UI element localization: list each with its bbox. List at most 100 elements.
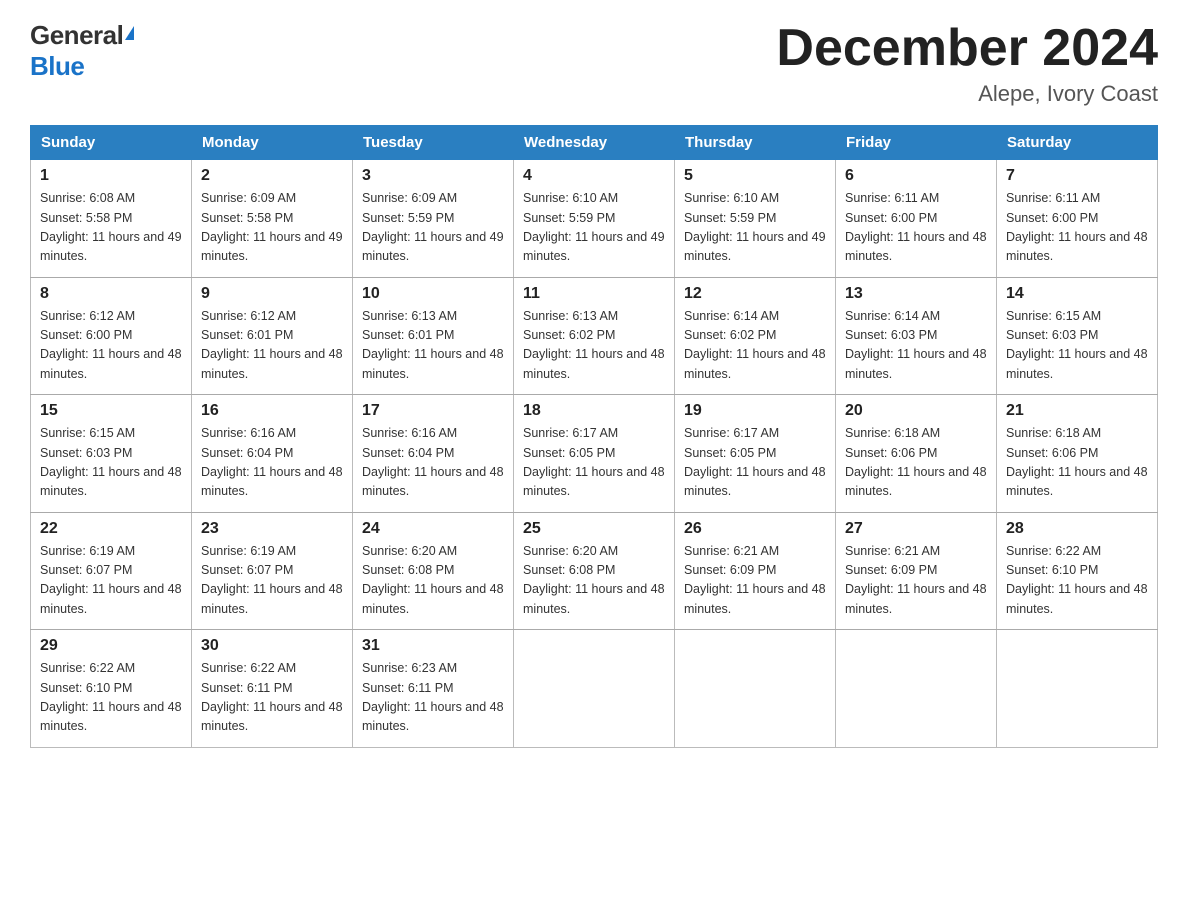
- calendar-cell: 1 Sunrise: 6:08 AMSunset: 5:58 PMDaylight…: [31, 160, 192, 278]
- day-number: 29: [40, 637, 182, 655]
- calendar-cell: 24 Sunrise: 6:20 AMSunset: 6:08 PMDayligh…: [353, 512, 514, 630]
- day-number: 3: [362, 167, 504, 185]
- day-number: 6: [845, 167, 987, 185]
- month-title: December 2024: [776, 20, 1158, 77]
- calendar-week-row-3: 15 Sunrise: 6:15 AMSunset: 6:03 PMDayligh…: [31, 395, 1158, 513]
- day-info: Sunrise: 6:17 AMSunset: 6:05 PMDaylight:…: [523, 424, 665, 502]
- day-number: 5: [684, 167, 826, 185]
- day-info: Sunrise: 6:16 AMSunset: 6:04 PMDaylight:…: [362, 424, 504, 502]
- calendar-week-row-4: 22 Sunrise: 6:19 AMSunset: 6:07 PMDayligh…: [31, 512, 1158, 630]
- day-number: 22: [40, 520, 182, 538]
- calendar-cell: 27 Sunrise: 6:21 AMSunset: 6:09 PMDayligh…: [836, 512, 997, 630]
- day-info: Sunrise: 6:12 AMSunset: 6:00 PMDaylight:…: [40, 307, 182, 385]
- calendar-cell: 8 Sunrise: 6:12 AMSunset: 6:00 PMDaylight…: [31, 277, 192, 395]
- day-info: Sunrise: 6:08 AMSunset: 5:58 PMDaylight:…: [40, 189, 182, 267]
- calendar-cell: 19 Sunrise: 6:17 AMSunset: 6:05 PMDayligh…: [675, 395, 836, 513]
- day-info: Sunrise: 6:22 AMSunset: 6:10 PMDaylight:…: [1006, 542, 1148, 620]
- calendar-cell: 22Sunrise: 6:19 AMSunset: 6:07 PMDayligh…: [31, 512, 192, 630]
- calendar-cell: 17 Sunrise: 6:16 AMSunset: 6:04 PMDayligh…: [353, 395, 514, 513]
- calendar-cell: 7 Sunrise: 6:11 AMSunset: 6:00 PMDaylight…: [997, 160, 1158, 278]
- day-info: Sunrise: 6:22 AMSunset: 6:11 PMDaylight:…: [201, 659, 343, 737]
- calendar-cell: 14Sunrise: 6:15 AMSunset: 6:03 PMDayligh…: [997, 277, 1158, 395]
- day-info: Sunrise: 6:19 AMSunset: 6:07 PMDaylight:…: [201, 542, 343, 620]
- calendar-header-tuesday: Tuesday: [353, 126, 514, 160]
- calendar-cell: 12 Sunrise: 6:14 AMSunset: 6:02 PMDayligh…: [675, 277, 836, 395]
- calendar-week-row-5: 29Sunrise: 6:22 AMSunset: 6:10 PMDayligh…: [31, 630, 1158, 748]
- logo-blue-text: Blue: [30, 51, 84, 82]
- day-info: Sunrise: 6:18 AMSunset: 6:06 PMDaylight:…: [1006, 424, 1148, 502]
- day-number: 28: [1006, 520, 1148, 538]
- day-info: Sunrise: 6:17 AMSunset: 6:05 PMDaylight:…: [684, 424, 826, 502]
- calendar-cell: 6 Sunrise: 6:11 AMSunset: 6:00 PMDaylight…: [836, 160, 997, 278]
- calendar-cell: 16Sunrise: 6:16 AMSunset: 6:04 PMDayligh…: [192, 395, 353, 513]
- calendar-cell: 29Sunrise: 6:22 AMSunset: 6:10 PMDayligh…: [31, 630, 192, 748]
- calendar-cell: 2 Sunrise: 6:09 AMSunset: 5:58 PMDaylight…: [192, 160, 353, 278]
- location: Alepe, Ivory Coast: [776, 81, 1158, 107]
- calendar-cell: 9 Sunrise: 6:12 AMSunset: 6:01 PMDaylight…: [192, 277, 353, 395]
- logo: General Blue: [30, 20, 134, 82]
- day-info: Sunrise: 6:09 AMSunset: 5:59 PMDaylight:…: [362, 189, 504, 267]
- calendar-cell: [514, 630, 675, 748]
- day-info: Sunrise: 6:13 AMSunset: 6:01 PMDaylight:…: [362, 307, 504, 385]
- calendar-cell: 20Sunrise: 6:18 AMSunset: 6:06 PMDayligh…: [836, 395, 997, 513]
- day-info: Sunrise: 6:09 AMSunset: 5:58 PMDaylight:…: [201, 189, 343, 267]
- calendar-header-saturday: Saturday: [997, 126, 1158, 160]
- calendar-cell: 15 Sunrise: 6:15 AMSunset: 6:03 PMDayligh…: [31, 395, 192, 513]
- day-number: 26: [684, 520, 826, 538]
- calendar-cell: 23 Sunrise: 6:19 AMSunset: 6:07 PMDayligh…: [192, 512, 353, 630]
- day-number: 19: [684, 402, 826, 420]
- logo-general-text: General: [30, 20, 123, 51]
- day-info: Sunrise: 6:13 AMSunset: 6:02 PMDaylight:…: [523, 307, 665, 385]
- calendar-cell: 10 Sunrise: 6:13 AMSunset: 6:01 PMDayligh…: [353, 277, 514, 395]
- day-number: 1: [40, 167, 182, 185]
- calendar-cell: 13 Sunrise: 6:14 AMSunset: 6:03 PMDayligh…: [836, 277, 997, 395]
- calendar-cell: 25Sunrise: 6:20 AMSunset: 6:08 PMDayligh…: [514, 512, 675, 630]
- day-number: 9: [201, 285, 343, 303]
- day-number: 30: [201, 637, 343, 655]
- day-info: Sunrise: 6:15 AMSunset: 6:03 PMDaylight:…: [40, 424, 182, 502]
- calendar-cell: 5Sunrise: 6:10 AMSunset: 5:59 PMDaylight…: [675, 160, 836, 278]
- day-number: 12: [684, 285, 826, 303]
- day-info: Sunrise: 6:12 AMSunset: 6:01 PMDaylight:…: [201, 307, 343, 385]
- calendar-cell: 28 Sunrise: 6:22 AMSunset: 6:10 PMDayligh…: [997, 512, 1158, 630]
- calendar-header-row: SundayMondayTuesdayWednesdayThursdayFrid…: [31, 126, 1158, 160]
- day-number: 27: [845, 520, 987, 538]
- day-number: 10: [362, 285, 504, 303]
- day-number: 2: [201, 167, 343, 185]
- day-number: 13: [845, 285, 987, 303]
- logo-triangle-icon: [125, 26, 134, 40]
- day-info: Sunrise: 6:10 AMSunset: 5:59 PMDaylight:…: [523, 189, 665, 267]
- calendar-header-sunday: Sunday: [31, 126, 192, 160]
- day-info: Sunrise: 6:11 AMSunset: 6:00 PMDaylight:…: [1006, 189, 1148, 267]
- day-number: 25: [523, 520, 665, 538]
- day-info: Sunrise: 6:14 AMSunset: 6:02 PMDaylight:…: [684, 307, 826, 385]
- calendar-header-monday: Monday: [192, 126, 353, 160]
- day-info: Sunrise: 6:23 AMSunset: 6:11 PMDaylight:…: [362, 659, 504, 737]
- calendar-header-wednesday: Wednesday: [514, 126, 675, 160]
- day-number: 24: [362, 520, 504, 538]
- day-info: Sunrise: 6:11 AMSunset: 6:00 PMDaylight:…: [845, 189, 987, 267]
- calendar-cell: 3 Sunrise: 6:09 AMSunset: 5:59 PMDaylight…: [353, 160, 514, 278]
- calendar-header-friday: Friday: [836, 126, 997, 160]
- day-number: 15: [40, 402, 182, 420]
- day-info: Sunrise: 6:15 AMSunset: 6:03 PMDaylight:…: [1006, 307, 1148, 385]
- calendar-cell: [836, 630, 997, 748]
- day-info: Sunrise: 6:21 AMSunset: 6:09 PMDaylight:…: [684, 542, 826, 620]
- day-number: 17: [362, 402, 504, 420]
- calendar-cell: 18Sunrise: 6:17 AMSunset: 6:05 PMDayligh…: [514, 395, 675, 513]
- day-number: 11: [523, 285, 665, 303]
- calendar-cell: [675, 630, 836, 748]
- day-number: 8: [40, 285, 182, 303]
- day-info: Sunrise: 6:20 AMSunset: 6:08 PMDaylight:…: [362, 542, 504, 620]
- day-info: Sunrise: 6:16 AMSunset: 6:04 PMDaylight:…: [201, 424, 343, 502]
- day-number: 23: [201, 520, 343, 538]
- calendar-cell: 26 Sunrise: 6:21 AMSunset: 6:09 PMDayligh…: [675, 512, 836, 630]
- day-number: 31: [362, 637, 504, 655]
- day-info: Sunrise: 6:21 AMSunset: 6:09 PMDaylight:…: [845, 542, 987, 620]
- day-info: Sunrise: 6:14 AMSunset: 6:03 PMDaylight:…: [845, 307, 987, 385]
- calendar-week-row-1: 1 Sunrise: 6:08 AMSunset: 5:58 PMDaylight…: [31, 160, 1158, 278]
- day-info: Sunrise: 6:18 AMSunset: 6:06 PMDaylight:…: [845, 424, 987, 502]
- title-block: December 2024 Alepe, Ivory Coast: [776, 20, 1158, 107]
- day-number: 4: [523, 167, 665, 185]
- day-number: 7: [1006, 167, 1148, 185]
